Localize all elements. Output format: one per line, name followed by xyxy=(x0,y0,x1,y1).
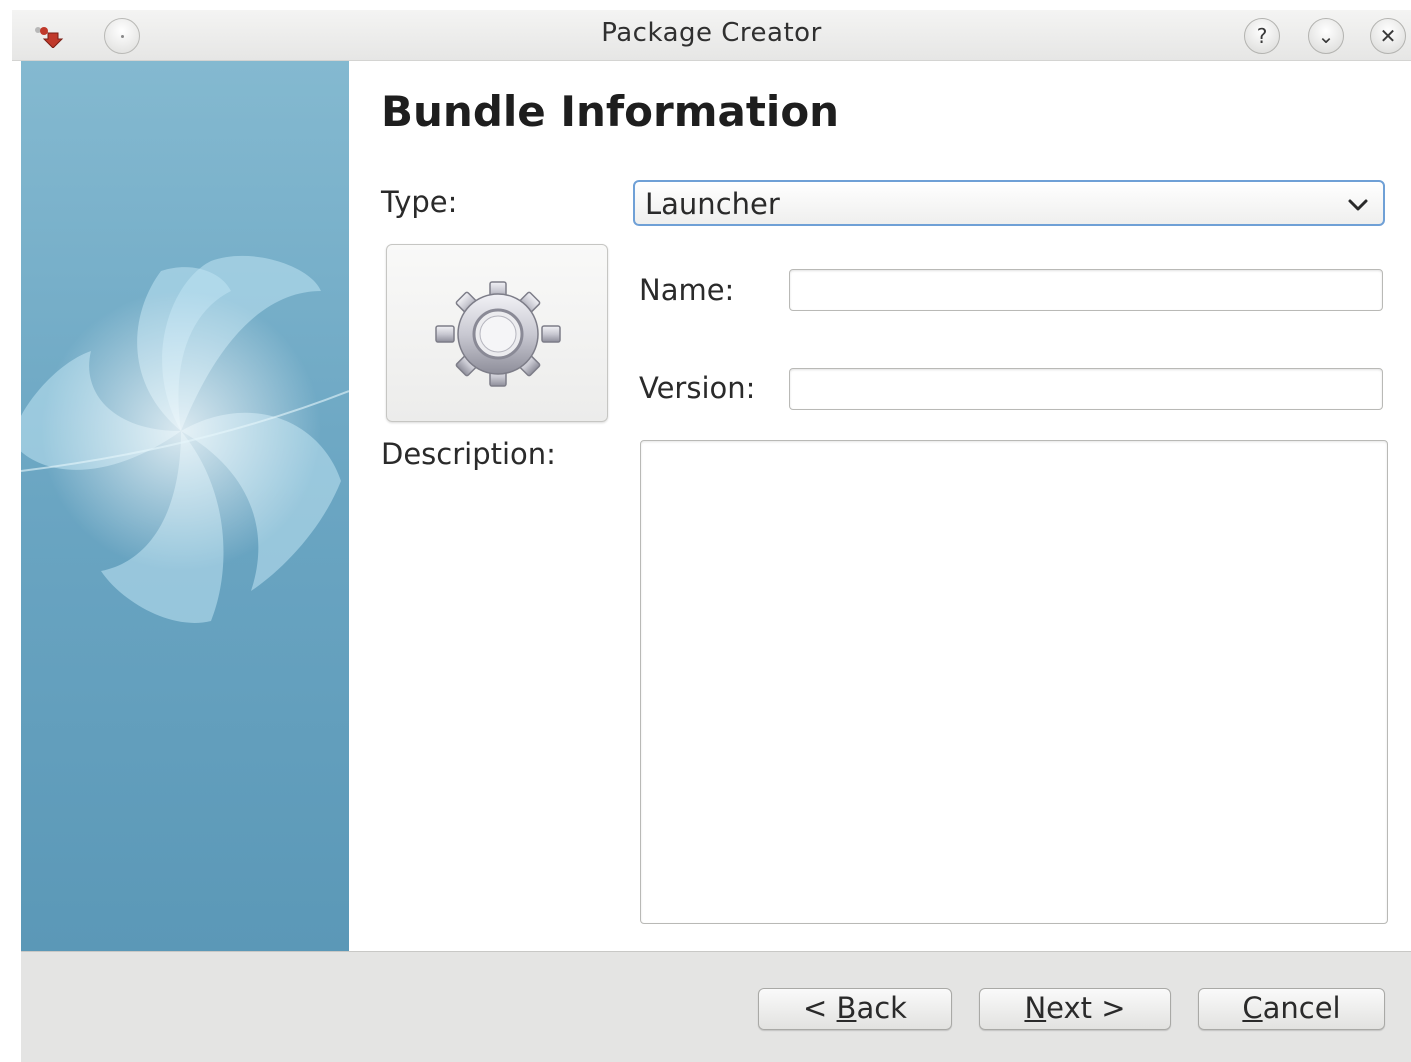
page-title: Bundle Information xyxy=(381,87,840,136)
wizard-page: Bundle Information Type: Launcher Name: … xyxy=(349,61,1411,951)
wizard-button-bar: < Back Next > Cancel xyxy=(21,951,1411,1062)
cancel-button-mnemonic: C xyxy=(1242,991,1263,1025)
back-button[interactable]: < Back xyxy=(758,988,952,1030)
cancel-button-label: ancel xyxy=(1262,991,1341,1025)
close-button[interactable]: ✕ xyxy=(1370,18,1406,54)
chevron-down-icon xyxy=(1348,199,1368,211)
description-label: Description: xyxy=(381,437,556,471)
type-label: Type: xyxy=(381,185,458,219)
back-button-label: ack xyxy=(856,991,907,1025)
window-title: Package Creator xyxy=(601,18,822,48)
next-button-mnemonic: N xyxy=(1024,991,1047,1025)
cancel-button[interactable]: Cancel xyxy=(1198,988,1385,1030)
help-button[interactable]: ? xyxy=(1244,18,1280,54)
package-creator-window: Package Creator ? ⌄ ✕ Bundle Information… xyxy=(0,0,1411,1062)
swirl-artwork xyxy=(21,255,349,623)
minimize-button[interactable]: ⌄ xyxy=(1308,18,1344,54)
version-label: Version: xyxy=(639,371,756,405)
next-button[interactable]: Next > xyxy=(979,988,1171,1030)
bundle-icon-button[interactable] xyxy=(386,244,608,422)
description-textarea[interactable] xyxy=(640,440,1388,924)
title-bar[interactable]: Package Creator ? ⌄ ✕ xyxy=(12,10,1411,61)
wizard-side-banner xyxy=(21,61,349,951)
gear-icon xyxy=(435,281,561,387)
next-button-label: ext > xyxy=(1046,991,1126,1025)
type-select-value: Launcher xyxy=(645,187,780,221)
back-button-mnemonic: B xyxy=(836,991,857,1025)
name-label: Name: xyxy=(639,273,735,307)
back-button-prefix: < xyxy=(803,991,837,1025)
version-field[interactable] xyxy=(789,368,1383,410)
type-select[interactable]: Launcher xyxy=(633,180,1385,226)
name-field[interactable] xyxy=(789,269,1383,311)
